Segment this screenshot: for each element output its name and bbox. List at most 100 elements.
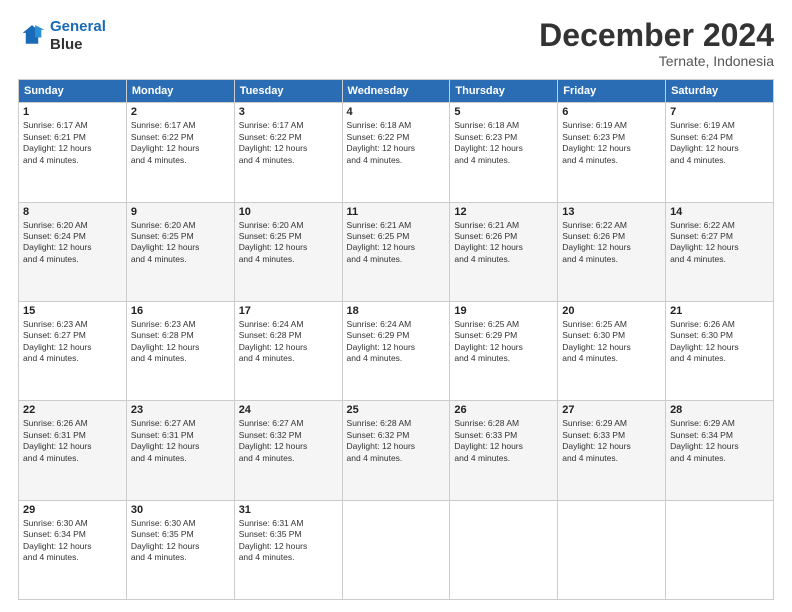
- table-row: 3 Sunrise: 6:17 AMSunset: 6:22 PMDaylight…: [234, 103, 342, 202]
- day-info: Sunrise: 6:20 AMSunset: 6:25 PMDaylight:…: [239, 220, 338, 266]
- table-row: 25 Sunrise: 6:28 AMSunset: 6:32 PMDayligh…: [342, 401, 450, 500]
- day-info: Sunrise: 6:22 AMSunset: 6:27 PMDaylight:…: [670, 220, 769, 266]
- table-row: 27Sunrise: 6:29 AMSunset: 6:33 PMDayligh…: [558, 401, 666, 500]
- day-info: Sunrise: 6:19 AMSunset: 6:23 PMDaylight:…: [562, 120, 661, 166]
- day-number: 9: [131, 206, 230, 218]
- week-row: 29 Sunrise: 6:30 AMSunset: 6:34 PMDayligh…: [19, 500, 774, 599]
- week-row: 22 Sunrise: 6:26 AMSunset: 6:31 PMDayligh…: [19, 401, 774, 500]
- table-row: 13Sunrise: 6:22 AMSunset: 6:26 PMDayligh…: [558, 202, 666, 301]
- table-row: [342, 500, 450, 599]
- table-row: 14 Sunrise: 6:22 AMSunset: 6:27 PMDayligh…: [666, 202, 774, 301]
- table-row: 2 Sunrise: 6:17 AMSunset: 6:22 PMDaylight…: [126, 103, 234, 202]
- day-info: Sunrise: 6:23 AMSunset: 6:27 PMDaylight:…: [23, 319, 122, 365]
- day-number: 26: [454, 404, 553, 416]
- table-row: 28 Sunrise: 6:29 AMSunset: 6:34 PMDayligh…: [666, 401, 774, 500]
- table-row: 4 Sunrise: 6:18 AMSunset: 6:22 PMDaylight…: [342, 103, 450, 202]
- day-info: Sunrise: 6:21 AMSunset: 6:26 PMDaylight:…: [454, 220, 553, 266]
- title-block: December 2024 Ternate, Indonesia: [539, 18, 774, 69]
- day-info: Sunrise: 6:20 AMSunset: 6:25 PMDaylight:…: [131, 220, 230, 266]
- day-number: 22: [23, 404, 122, 416]
- header: General Blue December 2024 Ternate, Indo…: [18, 18, 774, 69]
- logo-icon: [18, 22, 46, 50]
- day-info: Sunrise: 6:17 AMSunset: 6:22 PMDaylight:…: [131, 120, 230, 166]
- table-row: 31Sunrise: 6:31 AMSunset: 6:35 PMDayligh…: [234, 500, 342, 599]
- day-number: 4: [347, 106, 446, 118]
- day-info: Sunrise: 6:27 AMSunset: 6:31 PMDaylight:…: [131, 418, 230, 464]
- day-number: 27: [562, 404, 661, 416]
- day-info: Sunrise: 6:25 AMSunset: 6:29 PMDaylight:…: [454, 319, 553, 365]
- table-row: 18 Sunrise: 6:24 AMSunset: 6:29 PMDayligh…: [342, 301, 450, 400]
- day-number: 28: [670, 404, 769, 416]
- day-info: Sunrise: 6:28 AMSunset: 6:32 PMDaylight:…: [347, 418, 446, 464]
- day-number: 3: [239, 106, 338, 118]
- table-row: 6Sunrise: 6:19 AMSunset: 6:23 PMDaylight…: [558, 103, 666, 202]
- table-row: [558, 500, 666, 599]
- col-friday: Friday: [558, 80, 666, 103]
- col-monday: Monday: [126, 80, 234, 103]
- day-info: Sunrise: 6:30 AMSunset: 6:34 PMDaylight:…: [23, 518, 122, 564]
- day-number: 7: [670, 106, 769, 118]
- day-info: Sunrise: 6:18 AMSunset: 6:23 PMDaylight:…: [454, 120, 553, 166]
- day-number: 15: [23, 305, 122, 317]
- day-info: Sunrise: 6:27 AMSunset: 6:32 PMDaylight:…: [239, 418, 338, 464]
- day-info: Sunrise: 6:26 AMSunset: 6:31 PMDaylight:…: [23, 418, 122, 464]
- day-number: 2: [131, 106, 230, 118]
- table-row: 12Sunrise: 6:21 AMSunset: 6:26 PMDayligh…: [450, 202, 558, 301]
- table-row: 9 Sunrise: 6:20 AMSunset: 6:25 PMDaylight…: [126, 202, 234, 301]
- table-row: 1Sunrise: 6:17 AMSunset: 6:21 PMDaylight…: [19, 103, 127, 202]
- table-row: 21 Sunrise: 6:26 AMSunset: 6:30 PMDayligh…: [666, 301, 774, 400]
- day-info: Sunrise: 6:23 AMSunset: 6:28 PMDaylight:…: [131, 319, 230, 365]
- day-info: Sunrise: 6:24 AMSunset: 6:29 PMDaylight:…: [347, 319, 446, 365]
- day-number: 20: [562, 305, 661, 317]
- day-info: Sunrise: 6:18 AMSunset: 6:22 PMDaylight:…: [347, 120, 446, 166]
- logo-text: General Blue: [50, 18, 106, 54]
- calendar-page: General Blue December 2024 Ternate, Indo…: [0, 0, 792, 612]
- day-number: 19: [454, 305, 553, 317]
- day-info: Sunrise: 6:25 AMSunset: 6:30 PMDaylight:…: [562, 319, 661, 365]
- day-number: 31: [239, 504, 338, 516]
- col-thursday: Thursday: [450, 80, 558, 103]
- table-row: 22 Sunrise: 6:26 AMSunset: 6:31 PMDayligh…: [19, 401, 127, 500]
- day-number: 25: [347, 404, 446, 416]
- col-sunday: Sunday: [19, 80, 127, 103]
- col-saturday: Saturday: [666, 80, 774, 103]
- day-number: 5: [454, 106, 553, 118]
- day-info: Sunrise: 6:26 AMSunset: 6:30 PMDaylight:…: [670, 319, 769, 365]
- day-number: 8: [23, 206, 122, 218]
- table-row: 29 Sunrise: 6:30 AMSunset: 6:34 PMDayligh…: [19, 500, 127, 599]
- day-number: 29: [23, 504, 122, 516]
- week-row: 1Sunrise: 6:17 AMSunset: 6:21 PMDaylight…: [19, 103, 774, 202]
- day-info: Sunrise: 6:29 AMSunset: 6:34 PMDaylight:…: [670, 418, 769, 464]
- header-row: Sunday Monday Tuesday Wednesday Thursday…: [19, 80, 774, 103]
- month-title: December 2024: [539, 18, 774, 53]
- day-number: 18: [347, 305, 446, 317]
- day-info: Sunrise: 6:24 AMSunset: 6:28 PMDaylight:…: [239, 319, 338, 365]
- table-row: 8Sunrise: 6:20 AMSunset: 6:24 PMDaylight…: [19, 202, 127, 301]
- day-info: Sunrise: 6:22 AMSunset: 6:26 PMDaylight:…: [562, 220, 661, 266]
- day-number: 30: [131, 504, 230, 516]
- table-row: 17 Sunrise: 6:24 AMSunset: 6:28 PMDayligh…: [234, 301, 342, 400]
- day-number: 21: [670, 305, 769, 317]
- day-info: Sunrise: 6:17 AMSunset: 6:22 PMDaylight:…: [239, 120, 338, 166]
- day-number: 23: [131, 404, 230, 416]
- table-row: 23 Sunrise: 6:27 AMSunset: 6:31 PMDayligh…: [126, 401, 234, 500]
- day-number: 11: [347, 206, 446, 218]
- day-number: 1: [23, 106, 122, 118]
- table-row: 19 Sunrise: 6:25 AMSunset: 6:29 PMDayligh…: [450, 301, 558, 400]
- table-row: 11 Sunrise: 6:21 AMSunset: 6:25 PMDayligh…: [342, 202, 450, 301]
- table-row: 24Sunrise: 6:27 AMSunset: 6:32 PMDayligh…: [234, 401, 342, 500]
- table-row: 5 Sunrise: 6:18 AMSunset: 6:23 PMDaylight…: [450, 103, 558, 202]
- table-row: [450, 500, 558, 599]
- col-wednesday: Wednesday: [342, 80, 450, 103]
- table-row: 26Sunrise: 6:28 AMSunset: 6:33 PMDayligh…: [450, 401, 558, 500]
- table-row: 30Sunrise: 6:30 AMSunset: 6:35 PMDayligh…: [126, 500, 234, 599]
- logo: General Blue: [18, 18, 106, 54]
- day-number: 10: [239, 206, 338, 218]
- table-row: 7Sunrise: 6:19 AMSunset: 6:24 PMDaylight…: [666, 103, 774, 202]
- table-row: 20 Sunrise: 6:25 AMSunset: 6:30 PMDayligh…: [558, 301, 666, 400]
- table-row: 15 Sunrise: 6:23 AMSunset: 6:27 PMDayligh…: [19, 301, 127, 400]
- day-number: 17: [239, 305, 338, 317]
- day-number: 14: [670, 206, 769, 218]
- day-info: Sunrise: 6:21 AMSunset: 6:25 PMDaylight:…: [347, 220, 446, 266]
- col-tuesday: Tuesday: [234, 80, 342, 103]
